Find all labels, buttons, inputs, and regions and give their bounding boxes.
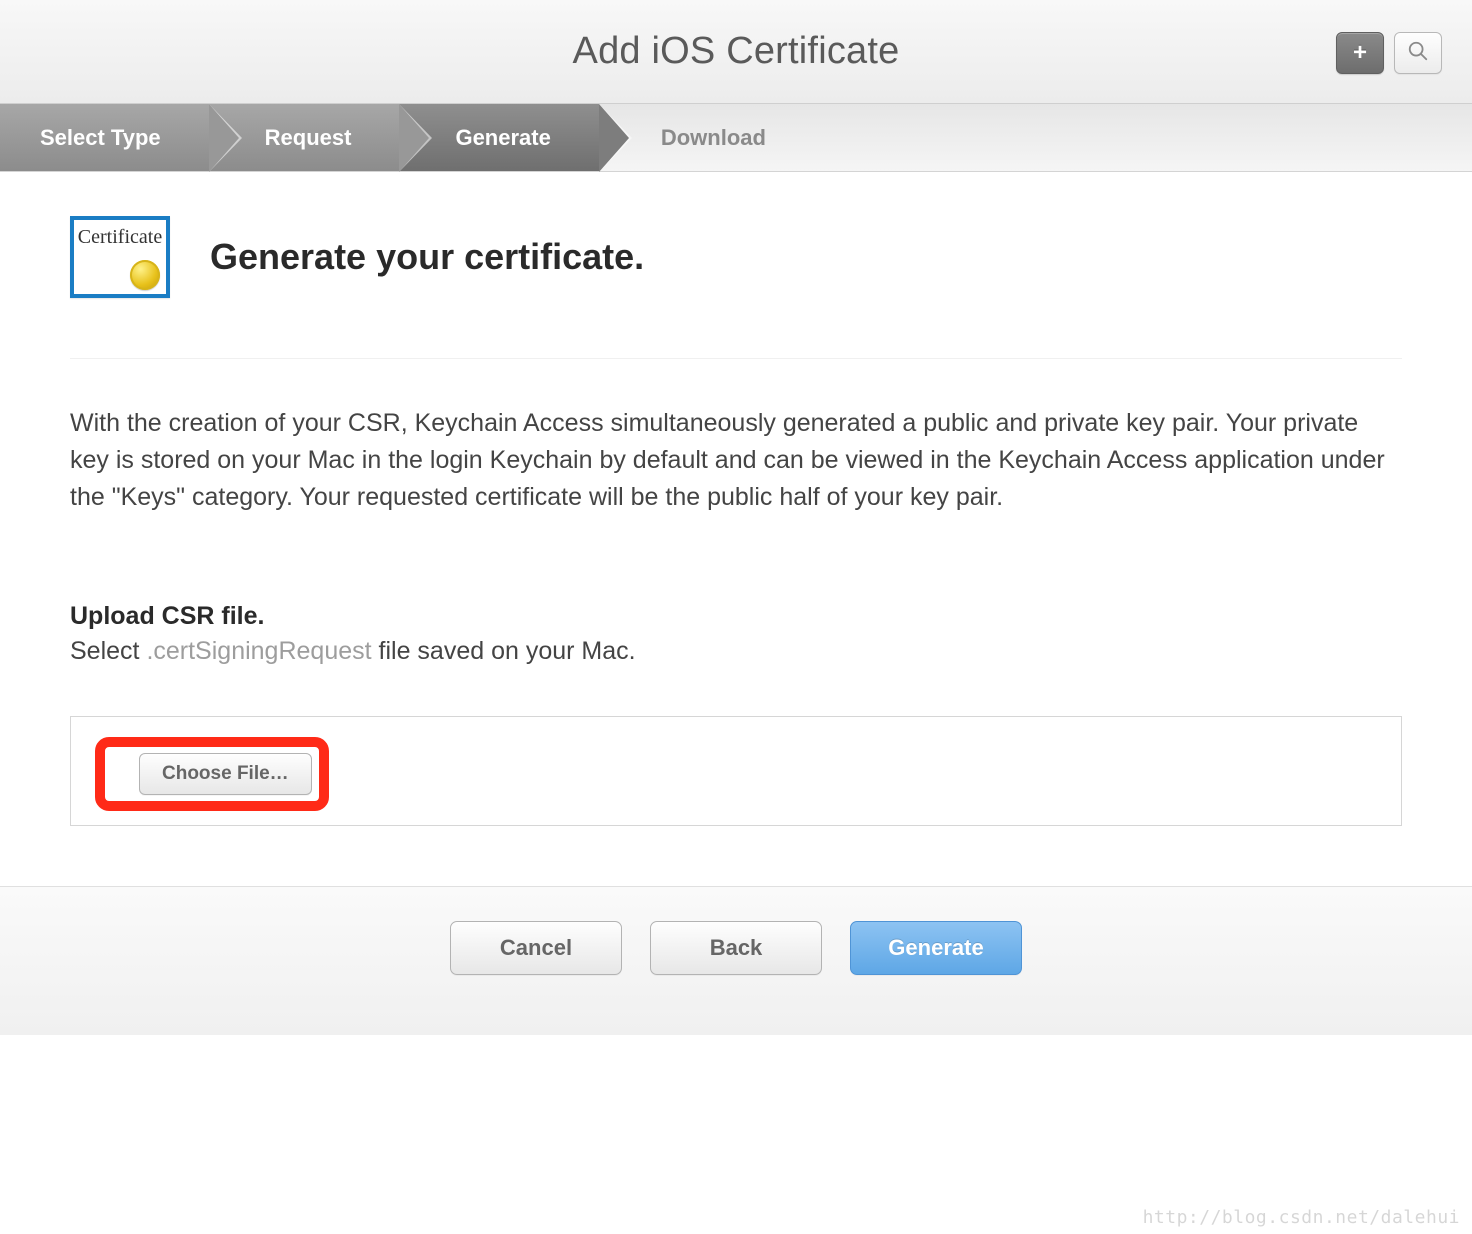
upload-sub-ext: .certSigningRequest bbox=[146, 637, 371, 665]
divider bbox=[70, 358, 1402, 359]
back-button[interactable]: Back bbox=[650, 921, 822, 975]
main-content: Certificate Generate your certificate. W… bbox=[0, 172, 1472, 836]
header-bar: Add iOS Certificate + bbox=[0, 0, 1472, 104]
add-button[interactable]: + bbox=[1336, 32, 1384, 74]
watermark-text: http://blog.csdn.net/dalehui bbox=[1143, 1207, 1460, 1228]
footer-bar: Cancel Back Generate bbox=[0, 886, 1472, 1035]
upload-subtext: Select .certSigningRequest file saved on… bbox=[70, 637, 1402, 666]
step-label: Select Type bbox=[40, 125, 161, 151]
upload-heading: Upload CSR file. bbox=[70, 602, 1402, 631]
generate-button[interactable]: Generate bbox=[850, 921, 1022, 975]
description-text: With the creation of your CSR, Keychain … bbox=[70, 405, 1402, 516]
step-label: Generate bbox=[455, 125, 550, 151]
search-button[interactable] bbox=[1394, 32, 1442, 74]
step-select-type[interactable]: Select Type bbox=[0, 104, 209, 171]
choose-file-button[interactable]: Choose File… bbox=[139, 753, 312, 795]
title-row: Certificate Generate your certificate. bbox=[70, 216, 1402, 298]
step-label: Request bbox=[265, 125, 352, 151]
step-breadcrumb: Select Type Request Generate Download bbox=[0, 104, 1472, 172]
seal-icon bbox=[130, 260, 160, 290]
upload-sub-prefix: Select bbox=[70, 637, 146, 665]
search-icon bbox=[1407, 40, 1429, 67]
upload-box: Choose File… bbox=[70, 716, 1402, 826]
page-title: Generate your certificate. bbox=[210, 236, 644, 278]
step-label: Download bbox=[661, 125, 766, 151]
cancel-button[interactable]: Cancel bbox=[450, 921, 622, 975]
header-button-group: + bbox=[1336, 32, 1442, 74]
upload-sub-suffix: file saved on your Mac. bbox=[372, 637, 636, 665]
certificate-icon-label: Certificate bbox=[78, 226, 162, 249]
header-title: Add iOS Certificate bbox=[573, 30, 900, 73]
certificate-icon: Certificate bbox=[70, 216, 170, 298]
plus-icon: + bbox=[1353, 41, 1367, 65]
